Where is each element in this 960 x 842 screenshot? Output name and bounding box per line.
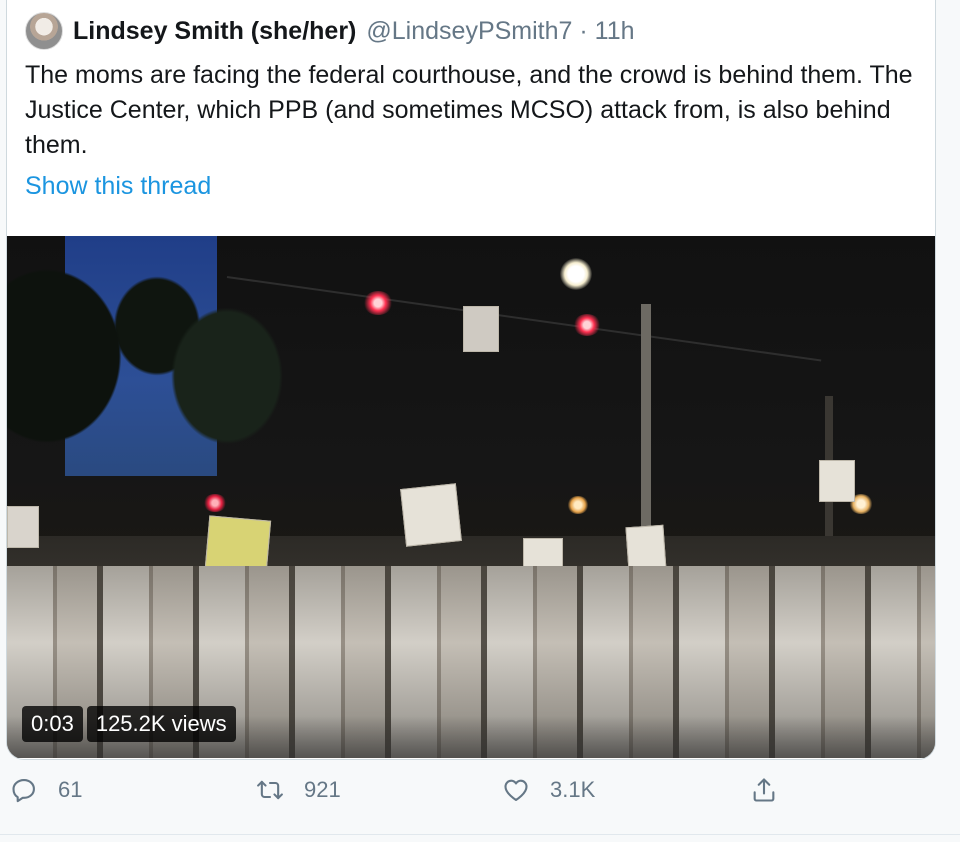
traffic-light-red [203, 494, 227, 512]
video-overlay-badges: 0:03 125.2K views [22, 706, 236, 742]
reply-count: 61 [58, 777, 83, 802]
video-scene-trees [7, 236, 367, 556]
handle-text[interactable]: @LindseyPSmith7 [366, 17, 572, 45]
retweet-count: 921 [304, 777, 341, 802]
author-handle: @LindseyPSmith7 · 11h [366, 17, 634, 46]
protest-sign [400, 483, 462, 547]
reply-icon [12, 779, 35, 803]
share-icon [753, 778, 775, 802]
reply-button[interactable]: 61 [10, 776, 82, 804]
street-lamp [567, 496, 589, 514]
tweet-actions: 61 921 3.1K [0, 776, 960, 820]
author-name[interactable]: Lindsey Smith (she/her) [73, 17, 356, 46]
traffic-light-red [363, 291, 393, 315]
tweet-text: The moms are facing the federal courthou… [25, 61, 913, 159]
protest-sign [204, 515, 272, 573]
retweet-icon [257, 780, 283, 800]
like-count: 3.1K [550, 777, 596, 802]
show-thread-link[interactable]: Show this thread [25, 172, 211, 201]
like-icon [504, 779, 528, 801]
protest-sign [7, 506, 39, 548]
retweet-button[interactable]: 921 [256, 776, 341, 804]
video-elapsed-time: 0:03 [22, 706, 83, 742]
avatar[interactable] [25, 12, 63, 50]
video-view-count: 125.2K views [86, 706, 236, 742]
video-player[interactable] [7, 236, 935, 758]
protest-sign [819, 460, 855, 502]
quoted-tweet-card[interactable]: Lindsey Smith (she/her) @LindseyPSmith7 … [6, 0, 936, 760]
timestamp[interactable]: 11h [595, 17, 635, 45]
like-button[interactable]: 3.1K [502, 776, 595, 804]
share-button[interactable] [750, 776, 778, 804]
divider [0, 834, 960, 835]
street-sign [463, 306, 499, 352]
traffic-light-red [573, 314, 601, 336]
street-light [560, 258, 592, 290]
tweet-header: Lindsey Smith (she/her) @LindseyPSmith7 … [25, 12, 635, 50]
separator-dot: · [579, 16, 588, 45]
